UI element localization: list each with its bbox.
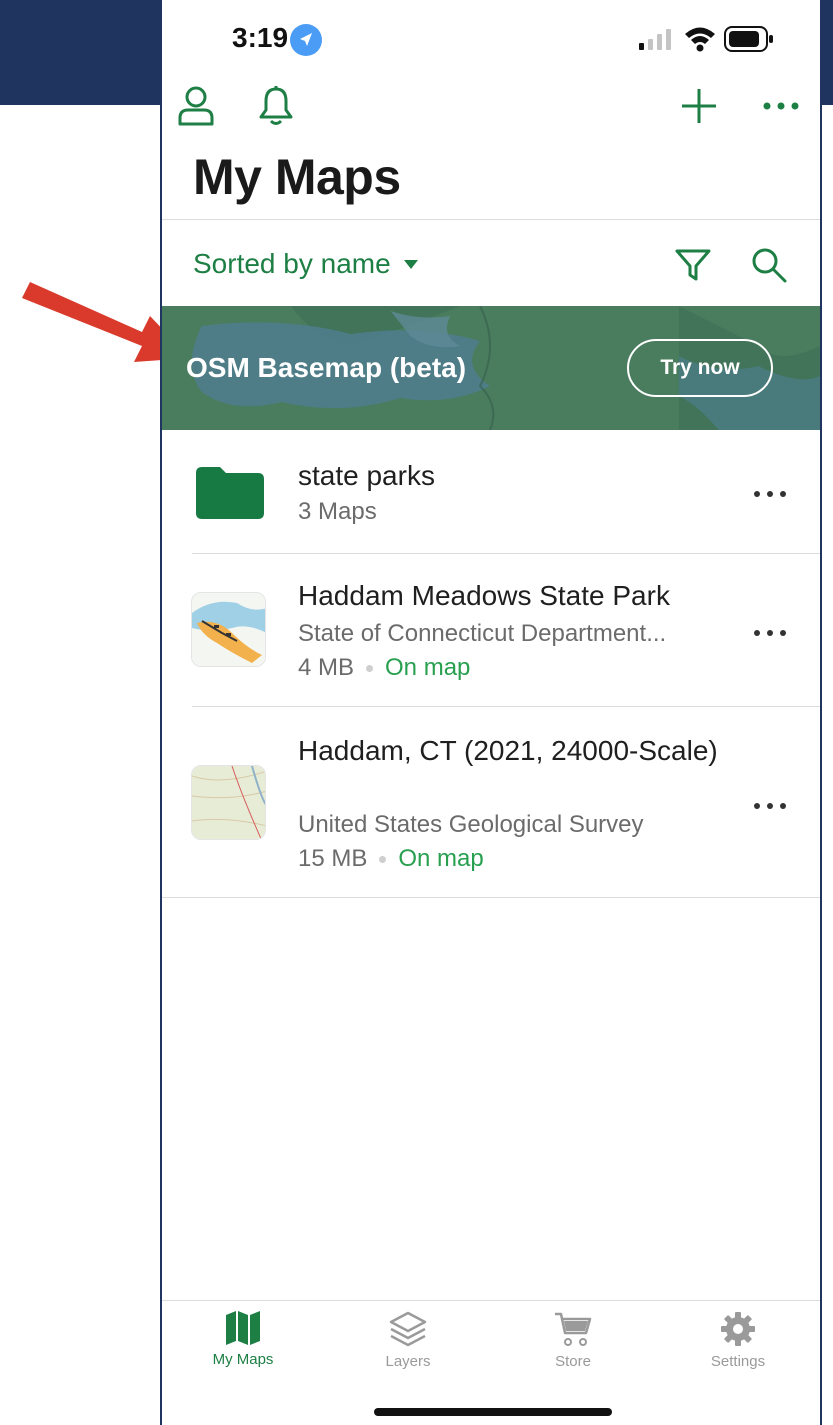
meta-separator-dot xyxy=(379,855,387,863)
list-item-subtitle: State of Connecticut Department... xyxy=(298,620,667,647)
top-actions-bar xyxy=(162,80,820,140)
add-map-button[interactable] xyxy=(679,86,719,131)
item-more-button[interactable] xyxy=(752,486,788,504)
tab-my-maps[interactable]: My Maps xyxy=(183,1311,303,1381)
battery-icon xyxy=(724,26,773,52)
map-icon xyxy=(226,1311,260,1345)
more-options-button[interactable] xyxy=(762,98,800,116)
filter-button[interactable] xyxy=(674,246,712,289)
item-more-button[interactable] xyxy=(752,798,788,816)
list-item-subtitle: 3 Maps xyxy=(298,498,377,525)
list-bottom-divider xyxy=(162,897,820,898)
list-item-map[interactable]: Haddam, CT (2021, 24000-Scale) United St… xyxy=(162,707,820,898)
map-thumbnail xyxy=(191,592,266,667)
tab-layers[interactable]: Layers xyxy=(348,1311,468,1381)
caret-down-icon xyxy=(403,260,418,269)
list-item-folder[interactable]: state parks 3 Maps xyxy=(162,430,820,554)
tab-label: Store xyxy=(555,1353,591,1370)
layers-icon xyxy=(389,1311,427,1347)
tab-label: Layers xyxy=(385,1353,431,1370)
ellipsis-icon xyxy=(754,803,786,809)
plus-icon xyxy=(682,89,716,123)
tab-label: Settings xyxy=(710,1353,766,1370)
bell-icon xyxy=(259,86,293,125)
map-thumbnail xyxy=(191,765,266,840)
list-item-meta: 4 MB On map xyxy=(298,654,470,682)
sort-dropdown[interactable]: Sorted by name xyxy=(193,248,419,280)
ellipsis-icon xyxy=(754,630,786,636)
phone-screen: 3:19 My Maps Sorted by name OSM Basemap … xyxy=(160,0,822,1425)
tab-store[interactable]: Store xyxy=(513,1311,633,1381)
cart-icon xyxy=(555,1312,592,1346)
osm-basemap-promo-banner[interactable]: OSM Basemap (beta) Try now xyxy=(162,306,820,430)
screenshot-canvas: 3:19 My Maps Sorted by name OSM Basemap … xyxy=(0,0,833,1425)
list-item-meta: 15 MB On map xyxy=(298,845,484,873)
user-icon xyxy=(178,86,214,126)
map-status: On map xyxy=(398,845,484,872)
folder-icon xyxy=(196,467,264,524)
map-status: On map xyxy=(385,654,471,681)
promo-title: OSM Basemap (beta) xyxy=(186,352,467,383)
search-icon xyxy=(752,248,787,283)
list-item-title: Haddam, CT (2021, 24000-Scale) xyxy=(298,735,718,766)
page-title: My Maps xyxy=(193,149,401,205)
status-time: 3:19 xyxy=(232,22,289,53)
file-size: 4 MB xyxy=(298,654,355,681)
search-button[interactable] xyxy=(750,246,788,289)
notifications-button[interactable] xyxy=(256,84,296,131)
tab-settings[interactable]: Settings xyxy=(678,1311,798,1381)
status-bar: 3:19 xyxy=(162,0,820,80)
header-divider xyxy=(162,219,820,220)
tab-label: My Maps xyxy=(212,1351,274,1368)
list-item-title: Haddam Meadows State Park xyxy=(298,580,670,611)
sort-filter-row: Sorted by name xyxy=(162,222,820,306)
list-item-subtitle: United States Geological Survey xyxy=(298,811,644,838)
ellipsis-icon xyxy=(763,102,799,110)
filter-icon xyxy=(675,249,711,281)
meta-separator-dot xyxy=(366,664,374,672)
gear-icon xyxy=(721,1312,755,1346)
file-size: 15 MB xyxy=(298,845,368,872)
item-more-button[interactable] xyxy=(752,625,788,643)
list-item-map[interactable]: Haddam Meadows State Park State of Conne… xyxy=(162,554,820,707)
profile-button[interactable] xyxy=(176,84,216,131)
sort-label: Sorted by name xyxy=(193,248,391,279)
wifi-icon xyxy=(685,27,715,52)
bottom-tab-bar: My Maps Layers Store Settings xyxy=(162,1300,820,1425)
location-arrow-icon xyxy=(290,24,322,56)
home-indicator xyxy=(374,1408,612,1416)
signal-strength-icon xyxy=(639,29,671,50)
try-now-button[interactable]: Try now xyxy=(627,339,773,397)
ellipsis-icon xyxy=(754,491,786,497)
list-item-title: state parks xyxy=(298,460,435,491)
